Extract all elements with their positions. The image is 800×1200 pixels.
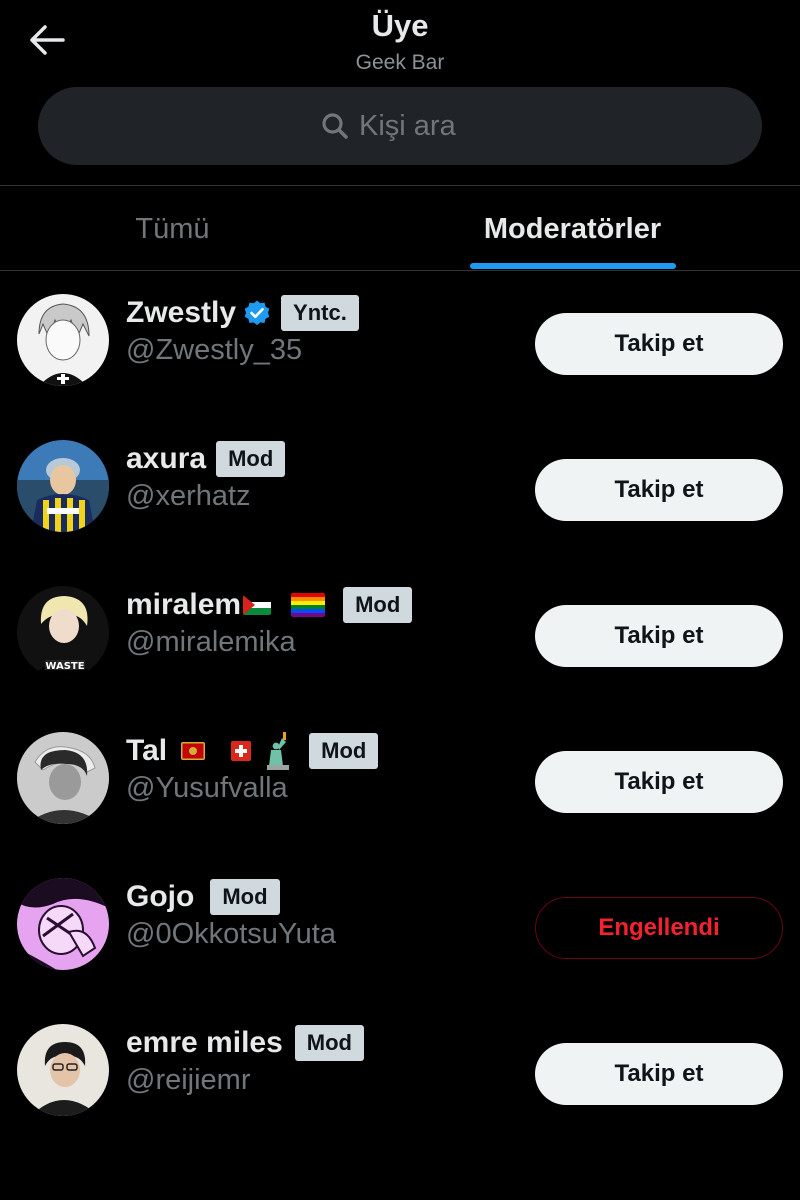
- role-badge: Mod: [216, 441, 286, 477]
- handle: @miralemika: [126, 626, 296, 658]
- search-input[interactable]: [359, 109, 479, 143]
- name-line: emre miles Mod: [126, 1023, 364, 1063]
- active-tab-indicator: [470, 263, 676, 269]
- community-name: Geek Bar: [355, 51, 445, 74]
- statue-of-liberty-icon: [265, 732, 291, 770]
- tab-all[interactable]: Tümü: [0, 187, 345, 271]
- avatar[interactable]: WASTE: [17, 586, 109, 678]
- display-name: emre miles: [126, 1026, 283, 1059]
- avatar[interactable]: [17, 440, 109, 532]
- role-badge: Mod: [294, 1025, 364, 1061]
- name-line: miralem Mod: [126, 585, 413, 625]
- search-icon: [321, 112, 349, 140]
- tab-bar: Tümü Moderatörler: [0, 187, 800, 271]
- avatar[interactable]: [17, 732, 109, 824]
- display-name: axura: [126, 442, 207, 475]
- role-badge: Mod: [210, 879, 280, 915]
- handle: @Yusufvalla: [126, 772, 288, 804]
- display-name: miralem: [126, 588, 242, 621]
- follow-button[interactable]: Takip et: [535, 751, 783, 813]
- follow-button[interactable]: Takip et: [535, 1043, 783, 1105]
- list-item[interactable]: Zwestly Yntc. @Zwestly_35 Takip et: [0, 272, 800, 418]
- name-line: axura Mod: [126, 439, 286, 479]
- avatar[interactable]: [17, 1024, 109, 1116]
- display-name: Zwestly: [126, 296, 237, 329]
- follow-button[interactable]: Takip et: [535, 605, 783, 667]
- role-badge: Mod: [343, 587, 413, 623]
- switzerland-flag-icon: [231, 741, 252, 761]
- name-line: Zwestly Yntc.: [126, 293, 359, 333]
- avatar[interactable]: [17, 878, 109, 970]
- handle: @reijiemr: [126, 1064, 251, 1096]
- blocked-button[interactable]: Engellendi: [535, 897, 783, 959]
- role-badge: Mod: [309, 733, 379, 769]
- list-item[interactable]: Tal Mod @Yusufvalla Takip et: [0, 710, 800, 856]
- avatar[interactable]: [17, 294, 109, 386]
- tab-moderators[interactable]: Moderatörler: [345, 187, 800, 271]
- follow-button[interactable]: Takip et: [535, 313, 783, 375]
- display-name: Gojo: [126, 880, 195, 913]
- svg-text:WASTE: WASTE: [45, 661, 84, 672]
- handle: @xerhatz: [126, 480, 251, 512]
- search-bar[interactable]: [38, 87, 762, 165]
- name-line: Gojo Mod: [126, 877, 280, 917]
- list-item[interactable]: axura Mod @xerhatz Takip et: [0, 418, 800, 564]
- header: Üye Geek Bar: [0, 0, 800, 186]
- handle: @Zwestly_35: [126, 334, 303, 366]
- role-badge: Yntc.: [281, 295, 359, 331]
- list-item[interactable]: WASTE miralem Mod @miralemika Takip et: [0, 564, 800, 710]
- list-item[interactable]: emre miles Mod @reijiemr Takip et: [0, 1002, 800, 1148]
- display-name: Tal: [126, 734, 168, 767]
- montenegro-flag-icon: [181, 742, 206, 760]
- page-title: Üye: [371, 8, 429, 43]
- rainbow-flag-icon: [291, 593, 326, 617]
- palestine-flag-icon: [243, 595, 272, 615]
- handle: @0OkkotsuYuta: [126, 918, 336, 950]
- verified-badge-icon: [243, 299, 271, 327]
- list-item[interactable]: Gojo Mod @0OkkotsuYuta Engellendi: [0, 856, 800, 1002]
- name-line: Tal Mod: [126, 731, 379, 771]
- follow-button[interactable]: Takip et: [535, 459, 783, 521]
